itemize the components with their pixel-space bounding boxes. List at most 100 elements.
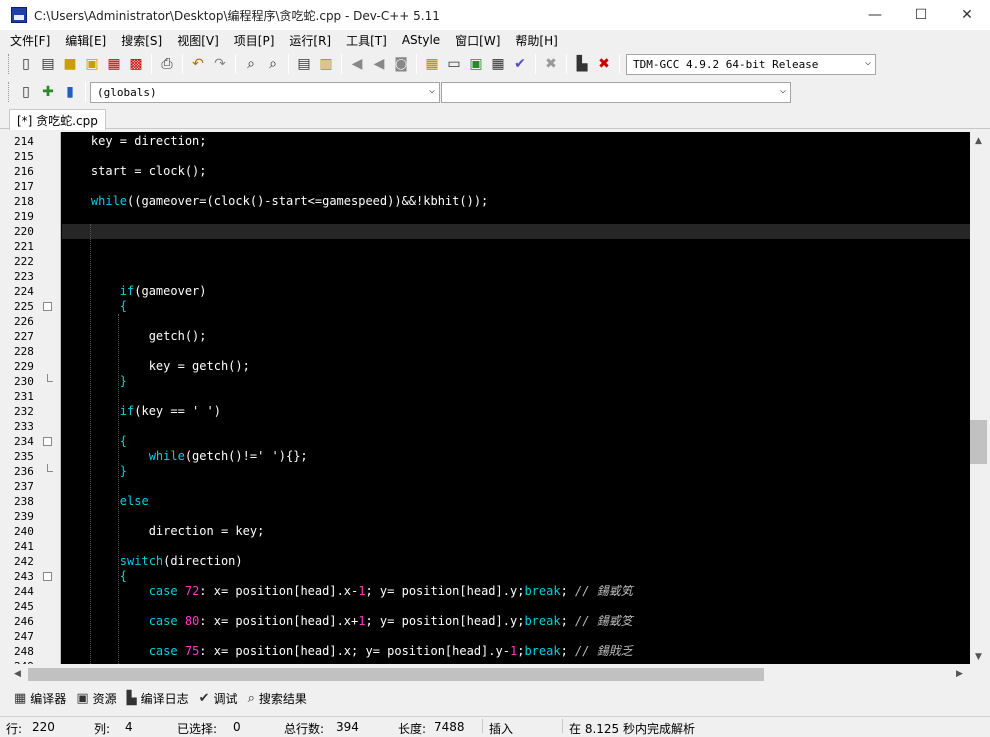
close-button[interactable]: ✕	[944, 0, 990, 30]
profile-icon[interactable]: ▙	[571, 53, 593, 75]
code-line[interactable]: 243 {	[10, 569, 970, 584]
code-line[interactable]: 245	[10, 599, 970, 614]
tab-search-results[interactable]: ⌕ 搜索结果	[244, 687, 311, 709]
vertical-scrollbar[interactable]	[970, 132, 987, 664]
code-line[interactable]: 238 else	[10, 494, 970, 509]
code-line[interactable]: 231	[10, 389, 970, 404]
delete-profile-icon[interactable]: ✖	[593, 53, 615, 75]
open-file-icon[interactable]: ▤	[37, 53, 59, 75]
run-icon[interactable]: ▭	[443, 53, 465, 75]
scope-select[interactable]: (globals) ⌵	[90, 81, 440, 103]
unindent-icon[interactable]: ◀	[346, 53, 368, 75]
editor-tab[interactable]: [*] 贪吃蛇.cpp	[9, 109, 106, 130]
code-line[interactable]: 234 {	[10, 434, 970, 449]
add-icon[interactable]: ✚	[37, 81, 59, 103]
redo-icon[interactable]: ↷	[209, 53, 231, 75]
insert-icon[interactable]: ▯	[15, 81, 37, 103]
menu-project[interactable]: 项目[P]	[227, 32, 283, 49]
replace-icon[interactable]: ⌕	[262, 53, 284, 75]
menu-astyle[interactable]: AStyle	[395, 33, 448, 47]
stop-icon[interactable]: ✖	[540, 53, 562, 75]
code-line[interactable]: 240 direction = key;	[10, 524, 970, 539]
rebuild-icon[interactable]: ▦	[487, 53, 509, 75]
code-line[interactable]: 217	[10, 179, 970, 194]
save-all-icon[interactable]: ▣	[81, 53, 103, 75]
scroll-down-icon[interactable]: ▼	[975, 652, 982, 662]
tab-debug[interactable]: ✔ 调试	[195, 687, 242, 709]
code-line[interactable]: 214 key = direction;	[10, 134, 970, 149]
menu-help[interactable]: 帮助[H]	[508, 32, 565, 49]
line-number: 218	[14, 195, 34, 208]
code-line[interactable]: 230 }	[10, 374, 970, 389]
horizontal-scroll-thumb[interactable]	[28, 668, 764, 681]
code-editor[interactable]: 214 key = direction; 215 216 start = clock…	[10, 132, 970, 664]
code-line[interactable]: 237	[10, 479, 970, 494]
close-all-icon[interactable]: ▩	[125, 53, 147, 75]
fold-toggle-icon[interactable]	[43, 302, 52, 311]
compile-icon[interactable]: ▦	[421, 53, 443, 75]
code-line[interactable]: 223	[10, 269, 970, 284]
line-number: 249	[14, 659, 40, 664]
compile-run-icon[interactable]: ▣	[465, 53, 487, 75]
code-line[interactable]: 218 while((gameover=(clock()-start<=game…	[10, 194, 970, 209]
code-line[interactable]: 219	[10, 209, 970, 224]
menu-file[interactable]: 文件[F]	[3, 32, 58, 49]
code-line[interactable]: 226	[10, 314, 970, 329]
menu-tools[interactable]: 工具[T]	[339, 32, 395, 49]
undo-icon[interactable]: ↶	[187, 53, 209, 75]
code-line[interactable]: 249	[10, 659, 970, 664]
bookmark-icon[interactable]: ▥	[315, 53, 337, 75]
menu-window[interactable]: 窗口[W]	[448, 32, 508, 49]
code-line[interactable]: 235 while(getch()!=' '){};	[10, 449, 970, 464]
fold-toggle-icon[interactable]	[43, 572, 52, 581]
code-line[interactable]: 244 case 72: x= position[head].x-1; y= p…	[10, 584, 970, 599]
tab-compiler[interactable]: ▦ 编译器	[10, 687, 70, 709]
code-line[interactable]: 241	[10, 539, 970, 554]
print-icon[interactable]: ⎙	[156, 53, 178, 75]
code-line[interactable]: 224 if(gameover)	[10, 284, 970, 299]
tab-resources[interactable]: ▣ 资源	[72, 687, 120, 709]
code-line[interactable]: 222	[10, 254, 970, 269]
code-line[interactable]: 246 case 80: x= position[head].x+1; y= p…	[10, 614, 970, 629]
code-line[interactable]: 239	[10, 509, 970, 524]
code-line[interactable]: 216 start = clock();	[10, 164, 970, 179]
code-line[interactable]: 242 switch(direction)	[10, 554, 970, 569]
menu-run[interactable]: 运行[R]	[282, 32, 339, 49]
menu-view[interactable]: 视图[V]	[170, 32, 227, 49]
menu-search[interactable]: 搜索[S]	[114, 32, 170, 49]
code-line[interactable]: 227 getch();	[10, 329, 970, 344]
code-line[interactable]: 247	[10, 629, 970, 644]
menu-bar: 文件[F] 编辑[E] 搜索[S] 视图[V] 项目[P] 运行[R] 工具[T…	[0, 30, 990, 50]
close-file-icon[interactable]: ▦	[103, 53, 125, 75]
save-icon[interactable]: ■	[59, 53, 81, 75]
syntax-check-icon[interactable]: ✔	[509, 53, 531, 75]
code-line[interactable]: 228	[10, 344, 970, 359]
menu-edit[interactable]: 编辑[E]	[58, 32, 114, 49]
code-line[interactable]: 225 {	[10, 299, 970, 314]
code-line[interactable]: 215	[10, 149, 970, 164]
fold-toggle-icon[interactable]	[43, 437, 52, 446]
scroll-left-icon[interactable]: ◀	[14, 669, 21, 679]
member-select[interactable]: ⌵	[441, 81, 791, 103]
scroll-right-icon[interactable]: ▶	[956, 669, 963, 679]
minimize-button[interactable]: —	[852, 0, 898, 30]
code-line[interactable]: 232 if(key == ' ')	[10, 404, 970, 419]
indent-icon[interactable]: ◀	[368, 53, 390, 75]
code-line[interactable]: 221	[10, 239, 970, 254]
code-line[interactable]: 229 key = getch();	[10, 359, 970, 374]
goto-line-icon[interactable]: ▤	[293, 53, 315, 75]
class-icon[interactable]: ▮	[59, 81, 81, 103]
maximize-button[interactable]: ☐	[898, 0, 944, 30]
find-icon[interactable]: ⌕	[240, 53, 262, 75]
code-line[interactable]: 233	[10, 419, 970, 434]
new-file-icon[interactable]: ▯	[15, 53, 37, 75]
tab-compile-log[interactable]: ▙ 编译日志	[123, 687, 193, 709]
fold-end-marker	[47, 374, 53, 382]
toggle-comment-icon[interactable]: ◙	[390, 53, 412, 75]
code-line[interactable]: 248 case 75: x= position[head].x; y= pos…	[10, 644, 970, 659]
code-line[interactable]: 220	[10, 224, 970, 239]
scroll-up-icon[interactable]: ▲	[975, 136, 982, 146]
compiler-select[interactable]: TDM-GCC 4.9.2 64-bit Release ⌵	[626, 53, 876, 75]
vertical-scroll-thumb[interactable]	[970, 420, 987, 464]
code-line[interactable]: 236 }	[10, 464, 970, 479]
